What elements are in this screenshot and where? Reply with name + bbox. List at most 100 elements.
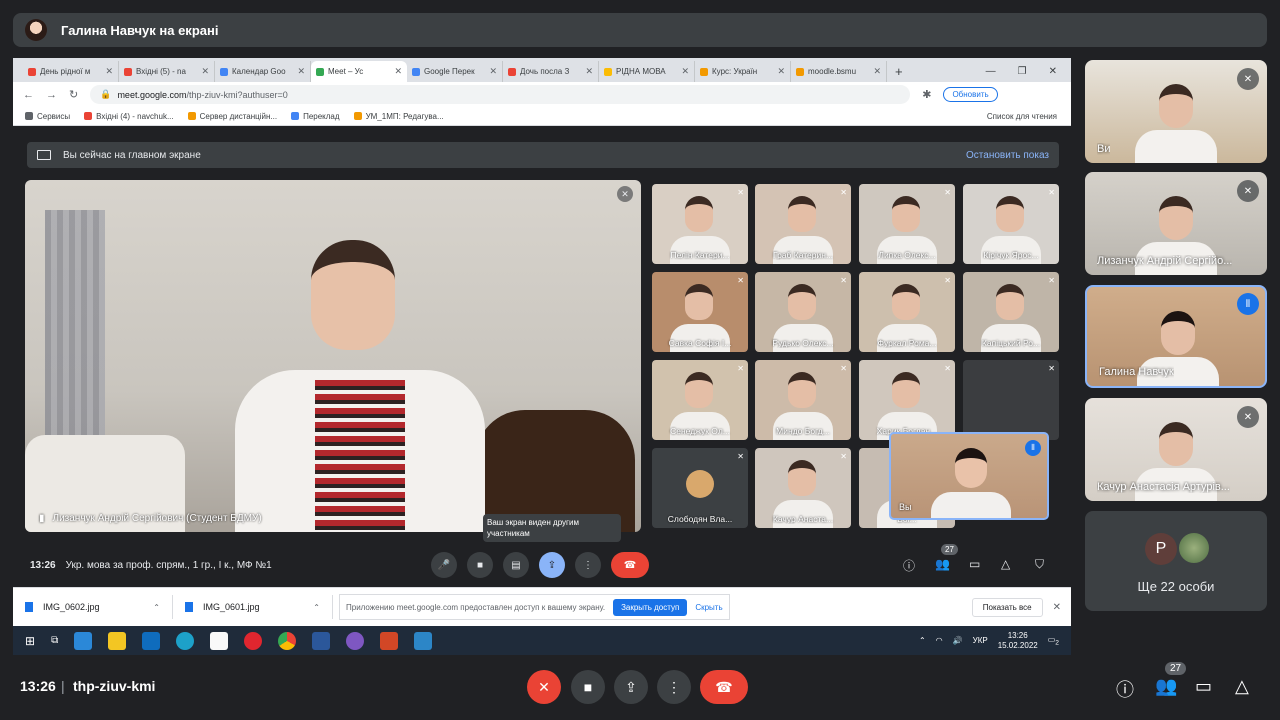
notifications-icon[interactable]: ▭2 bbox=[1048, 635, 1059, 647]
start-icon[interactable]: ⊞ bbox=[25, 634, 35, 648]
people-icon[interactable]: 👥 bbox=[935, 557, 950, 571]
address-bar[interactable]: 🔒 meet.google.com/thp-ziuv-kmi?authuser=… bbox=[90, 85, 911, 104]
bookmark-item[interactable]: Переклад bbox=[291, 112, 340, 121]
browser-tab[interactable]: Google Перек ✕ bbox=[407, 61, 503, 82]
mic-button[interactable]: 🎤 bbox=[431, 552, 457, 578]
language-indicator[interactable]: УКР bbox=[973, 636, 988, 645]
participant-grid-tile[interactable]: ✕ Качур Анаста... bbox=[755, 448, 851, 528]
participant-grid-tile[interactable]: ✕ bbox=[963, 360, 1059, 440]
extensions-icon[interactable]: ✱ bbox=[922, 88, 931, 101]
present-now-button[interactable]: ⇪ bbox=[614, 670, 648, 704]
bookmark-item[interactable]: Сервер дистанційн... bbox=[187, 112, 277, 121]
forward-icon[interactable]: → bbox=[46, 89, 57, 101]
info-icon[interactable]: ⓘ bbox=[903, 557, 915, 574]
stop-presenting-link[interactable]: Остановить показ bbox=[966, 150, 1059, 161]
chat-icon[interactable]: ▭ bbox=[1195, 676, 1212, 697]
participant-tile[interactable]: ✕ Лизанчук Андрій Сергійо... bbox=[1085, 172, 1267, 275]
photos-icon[interactable] bbox=[414, 631, 433, 650]
back-icon[interactable]: ← bbox=[23, 89, 34, 101]
participant-tile-speaking[interactable]: ⦀ Галина Навчук bbox=[1085, 285, 1267, 388]
participant-tile[interactable]: ✕ Качур Анастасія Артурів... bbox=[1085, 398, 1267, 501]
app-icon[interactable] bbox=[74, 631, 93, 650]
host-controls-icon[interactable]: ⛉ bbox=[1035, 557, 1044, 572]
close-icon[interactable]: ✕ bbox=[1049, 66, 1057, 77]
info-icon[interactable]: ⓘ bbox=[1116, 676, 1134, 702]
edge-icon[interactable] bbox=[176, 631, 195, 650]
browser-tab[interactable]: РІДНА МОВА ✕ bbox=[599, 61, 695, 82]
minimize-icon[interactable]: — bbox=[986, 66, 996, 77]
participant-grid-tile[interactable]: ✕ Фуркал Рома... bbox=[859, 272, 955, 352]
wifi-icon[interactable]: ◠ bbox=[936, 636, 943, 645]
bookmark-item[interactable]: УМ_1МП: Редагува... bbox=[353, 112, 444, 121]
reading-list[interactable]: Список для чтения bbox=[987, 112, 1071, 121]
leave-call-button[interactable]: ☎ bbox=[700, 670, 748, 704]
browser-tab[interactable]: День рідної м ✕ bbox=[23, 61, 119, 82]
chat-icon[interactable]: ▭ bbox=[969, 557, 980, 571]
participant-grid-tile[interactable]: ✕ Капіцький Ро... bbox=[963, 272, 1059, 352]
chevron-up-icon[interactable]: ⌃ bbox=[313, 603, 320, 612]
participant-grid-tile[interactable]: ✕ Кірічук Ярос... bbox=[963, 184, 1059, 264]
participant-grid-tile[interactable]: ✕ Пелін Катери... bbox=[652, 184, 748, 264]
participant-grid-tile[interactable]: ✕ Савка Софія І... bbox=[652, 272, 748, 352]
word-icon[interactable] bbox=[312, 631, 331, 650]
reload-icon[interactable]: ↻ bbox=[69, 88, 78, 101]
more-options-button[interactable]: ⋮ bbox=[575, 552, 601, 578]
powerpoint-icon[interactable] bbox=[380, 631, 399, 650]
more-options-button[interactable]: ⋮ bbox=[657, 670, 691, 704]
bookmark-item[interactable]: Вхідні (4) - navchuk... bbox=[84, 112, 174, 121]
activities-icon[interactable]: △ bbox=[1235, 676, 1249, 697]
show-all-button[interactable]: Показать все bbox=[971, 597, 1043, 617]
browser-tab[interactable]: Дочь посла З ✕ bbox=[503, 61, 599, 82]
more-participants-tile[interactable]: P Ще 22 особи bbox=[1085, 511, 1267, 611]
new-tab-icon[interactable]: + bbox=[887, 64, 911, 82]
close-icon[interactable]: ✕ bbox=[681, 66, 689, 77]
close-icon[interactable]: ✕ bbox=[777, 66, 785, 77]
close-icon[interactable]: ✕ bbox=[489, 66, 497, 77]
participant-grid-tile[interactable]: ✕ Сенеджук Ол... bbox=[652, 360, 748, 440]
participant-tile-self[interactable]: ✕ Ви bbox=[1085, 60, 1267, 163]
activities-icon[interactable]: △ bbox=[1001, 557, 1010, 571]
volume-icon[interactable]: 🔊 bbox=[953, 636, 963, 645]
close-icon[interactable]: ✕ bbox=[297, 66, 305, 77]
browser-tab[interactable]: Meet – Ус ✕ bbox=[311, 61, 407, 82]
clock[interactable]: 13:26 15.02.2022 bbox=[998, 631, 1038, 651]
download-item[interactable]: IMG_0602.jpg ⌃ bbox=[13, 595, 173, 619]
browser-tab[interactable]: moodle.bsmu ✕ bbox=[791, 61, 887, 82]
bookmark-item[interactable]: Сервисы bbox=[25, 112, 70, 121]
download-item[interactable]: IMG_0601.jpg ⌃ bbox=[173, 595, 333, 619]
participant-grid-tile[interactable]: ✕ Харик Богдан... bbox=[859, 360, 955, 440]
close-icon[interactable]: ✕ bbox=[394, 66, 402, 77]
captions-button[interactable]: ▤ bbox=[503, 552, 529, 578]
close-icon[interactable]: ✕ bbox=[105, 66, 113, 77]
viber-icon[interactable] bbox=[346, 631, 365, 650]
mail-icon[interactable] bbox=[142, 631, 161, 650]
mic-off-button[interactable]: ✕ bbox=[527, 670, 561, 704]
close-access-button[interactable]: Закрыть доступ bbox=[613, 598, 688, 616]
task-view-icon[interactable]: ⧉ bbox=[51, 635, 58, 646]
maximize-icon[interactable]: ❐ bbox=[1018, 66, 1027, 77]
hide-button[interactable]: Скрыть bbox=[695, 603, 722, 612]
camera-button[interactable]: ■ bbox=[571, 670, 605, 704]
opera-icon[interactable] bbox=[244, 631, 263, 650]
leave-call-button[interactable]: ☎ bbox=[611, 552, 649, 578]
close-icon[interactable]: ✕ bbox=[1053, 602, 1061, 613]
people-icon[interactable]: 👥 bbox=[1155, 676, 1177, 697]
close-icon[interactable]: ✕ bbox=[201, 66, 209, 77]
close-icon[interactable]: ✕ bbox=[873, 66, 881, 77]
explorer-icon[interactable] bbox=[108, 631, 127, 650]
chrome-icon[interactable] bbox=[278, 631, 297, 650]
browser-tab[interactable]: Курс: Україн ✕ bbox=[695, 61, 791, 82]
participant-grid-tile[interactable]: ✕ Граб Катерин... bbox=[755, 184, 851, 264]
browser-tab[interactable]: Вхідні (5) - na ✕ bbox=[119, 61, 215, 82]
participant-grid-tile[interactable]: ✕ Слободян Вла... bbox=[652, 448, 748, 528]
chevron-up-icon[interactable]: ⌃ bbox=[919, 636, 926, 645]
chevron-up-icon[interactable]: ⌃ bbox=[153, 603, 160, 612]
close-icon[interactable]: ✕ bbox=[585, 66, 593, 77]
update-button[interactable]: Обновить bbox=[943, 87, 998, 102]
present-button[interactable]: ⇪ bbox=[539, 552, 565, 578]
pin-icon[interactable]: ▮ bbox=[39, 513, 45, 524]
browser-tab[interactable]: Календар Goo ✕ bbox=[215, 61, 311, 82]
camera-button[interactable]: ■ bbox=[467, 552, 493, 578]
participant-grid-tile[interactable]: ✕ Липка Олекс... bbox=[859, 184, 955, 264]
participant-grid-tile[interactable]: ✕ Рудько Олекс... bbox=[755, 272, 851, 352]
